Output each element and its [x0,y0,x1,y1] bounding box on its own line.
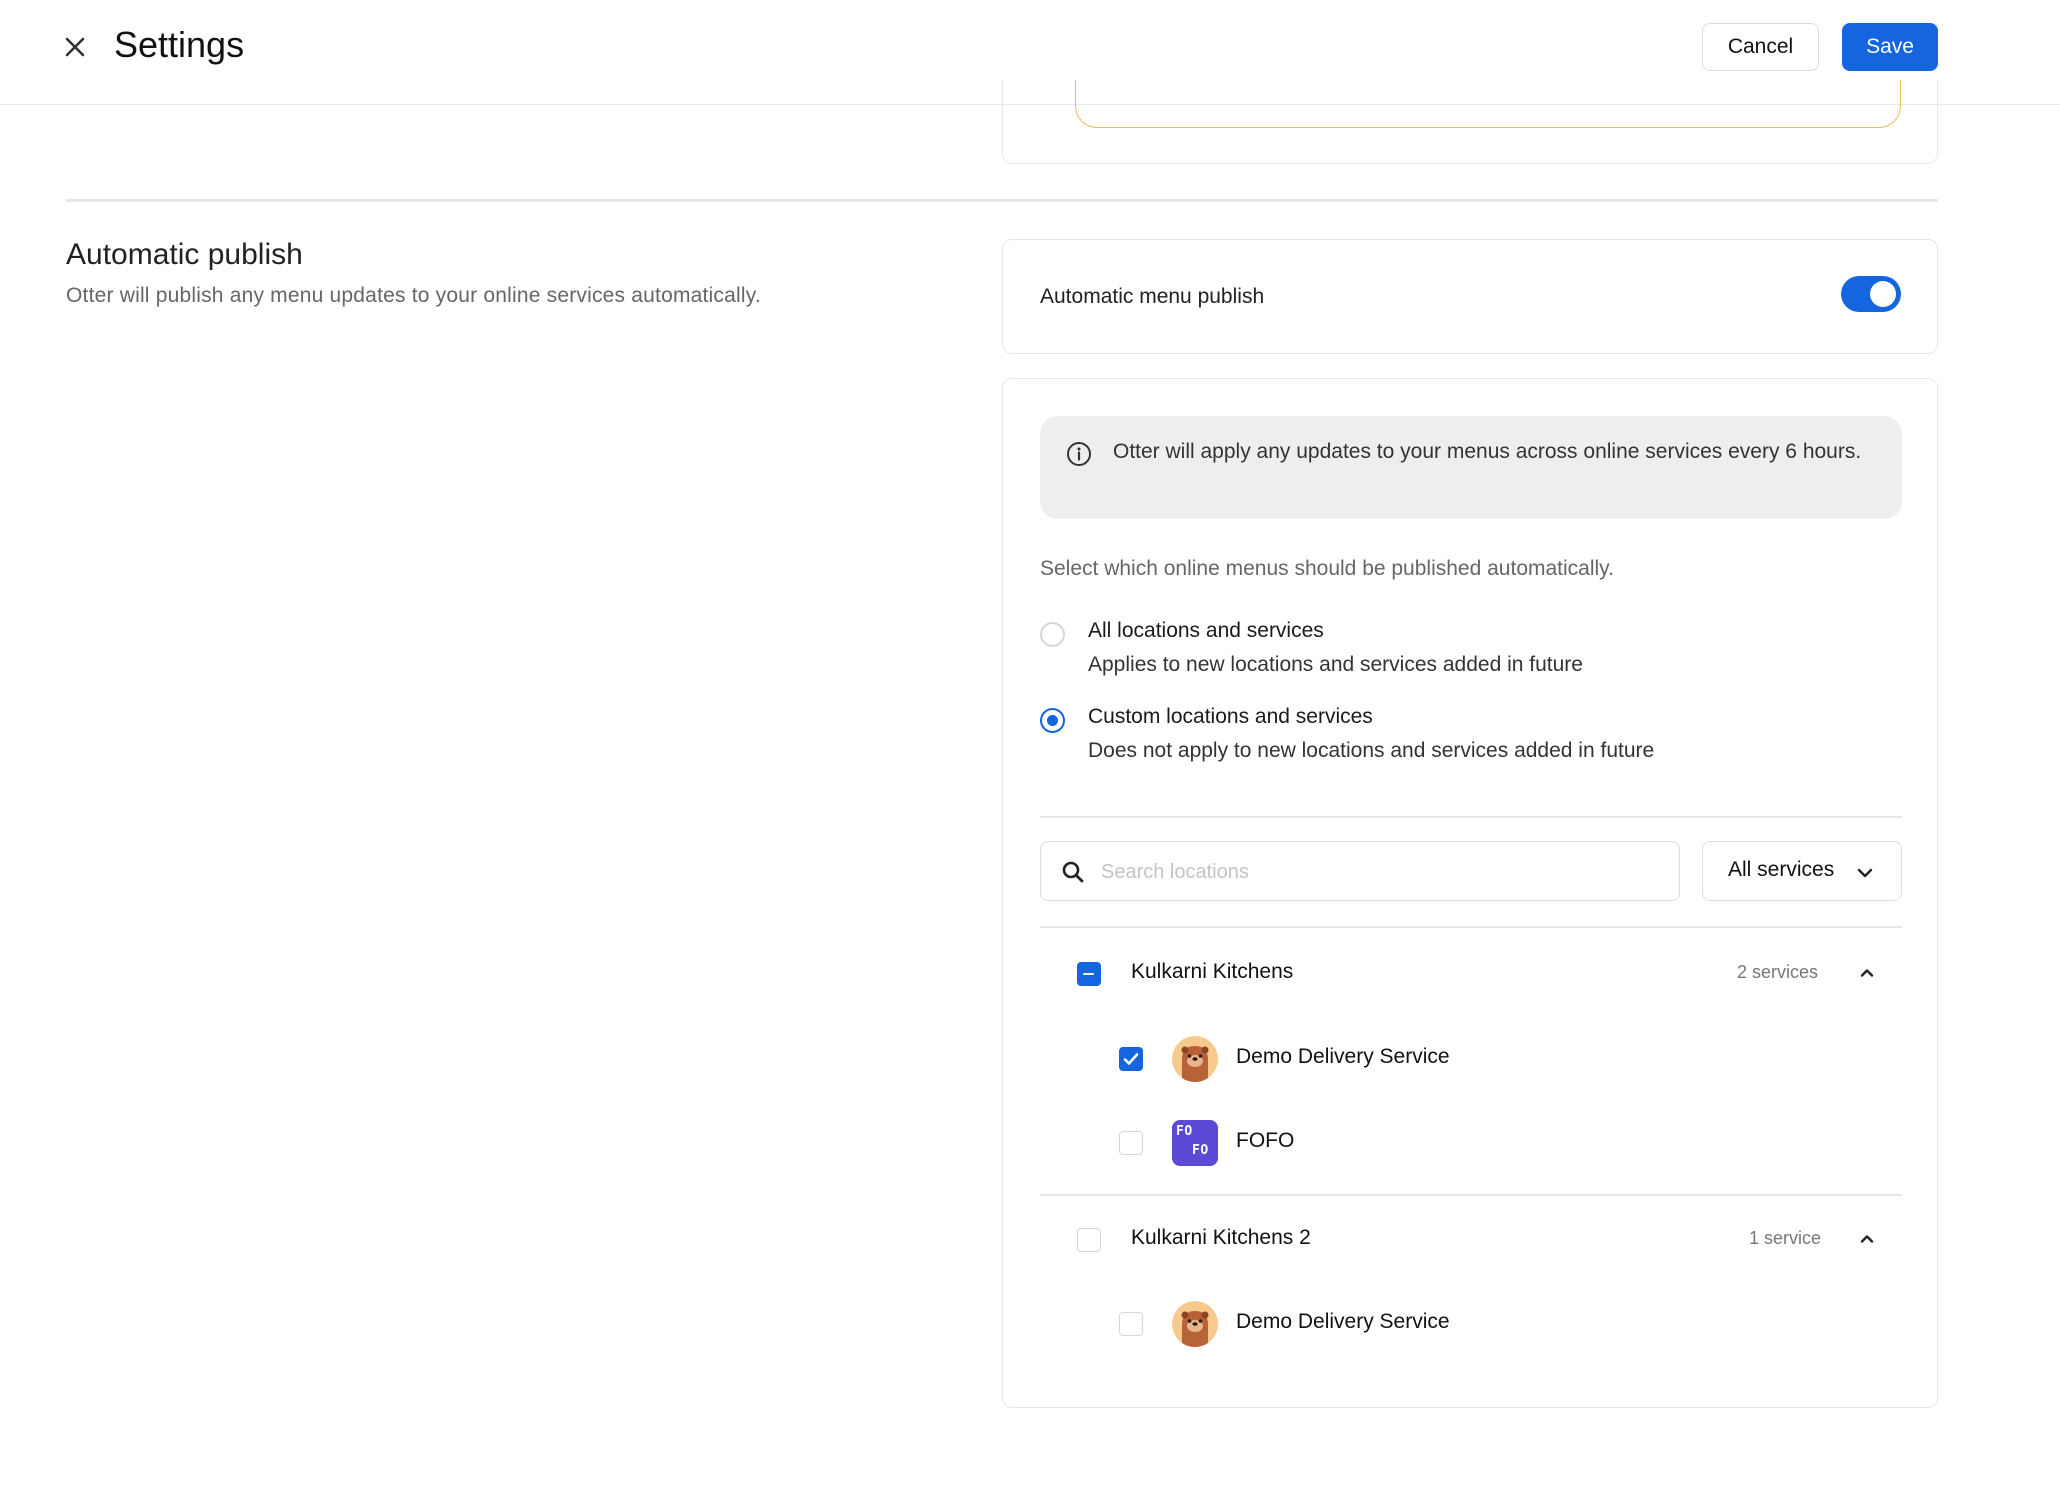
service-checkbox[interactable] [1119,1131,1143,1155]
search-input[interactable] [1101,856,1661,888]
radio-custom-locations[interactable] [1040,708,1065,733]
location-name: Kulkarni Kitchens 2 [1131,1226,1311,1249]
group-divider [1040,926,1902,928]
option-subtitle: Does not apply to new locations and serv… [1088,739,1655,762]
option-all-locations[interactable]: All locations and services Applies to ne… [1040,619,1900,689]
location-row-kulkarni-kitchens-2[interactable]: Kulkarni Kitchens 2 1 service [1040,1209,1902,1269]
page-title: Settings [114,24,245,65]
location-row-kulkarni-kitchens[interactable]: Kulkarni Kitchens 2 services [1040,944,1902,1004]
cancel-button[interactable]: Cancel [1702,23,1819,71]
radio-all-locations[interactable] [1040,622,1065,647]
location-checkbox[interactable] [1077,1228,1101,1252]
info-text: Otter will apply any updates to your men… [1113,440,1862,463]
chevron-up-icon[interactable] [1858,964,1876,982]
section-divider [66,199,1938,202]
service-row-demo-delivery-2[interactable]: Demo Delivery Service [1040,1294,1902,1354]
option-subtitle: Applies to new locations and services ad… [1088,653,1583,676]
select-prompt: Select which online menus should be publ… [1040,557,1614,580]
location-checkbox[interactable] [1077,962,1101,986]
options-divider [1040,816,1902,818]
service-count: 2 services [1737,962,1819,982]
option-title: Custom locations and services [1088,705,1373,728]
otter-avatar-icon [1172,1036,1218,1082]
service-row-fofo[interactable]: FO FO FOFO [1040,1113,1902,1173]
service-checkbox[interactable] [1119,1047,1143,1071]
service-checkbox[interactable] [1119,1312,1143,1336]
search-box[interactable] [1040,841,1680,901]
services-filter-dropdown[interactable]: All services [1702,841,1902,901]
service-name: Demo Delivery Service [1236,1045,1450,1068]
toggle-knob [1870,281,1896,307]
option-title: All locations and services [1088,619,1324,642]
save-button[interactable]: Save [1842,23,1938,71]
automatic-publish-toggle[interactable] [1841,276,1901,312]
service-name: FOFO [1236,1129,1295,1152]
otter-avatar-icon [1172,1301,1218,1347]
option-custom-locations[interactable]: Custom locations and services Does not a… [1040,705,1900,775]
publish-scope-card: Otter will apply any updates to your men… [1002,378,1938,1408]
service-count: 1 service [1749,1228,1822,1248]
section-description: Otter will publish any menu updates to y… [66,284,761,307]
info-icon [1066,441,1092,467]
services-filter-label: All services [1728,858,1835,881]
fofo-logo-icon: FO FO [1172,1120,1218,1166]
chevron-up-icon[interactable] [1858,1230,1876,1248]
location-name: Kulkarni Kitchens [1131,960,1294,983]
info-banner: Otter will apply any updates to your men… [1040,416,1902,519]
section-title: Automatic publish [66,238,303,271]
service-row-demo-delivery[interactable]: Demo Delivery Service [1040,1029,1902,1089]
automatic-publish-card: Automatic menu publish [1002,239,1938,354]
chevron-down-icon [1856,864,1874,882]
search-icon [1061,860,1085,884]
toggle-label: Automatic menu publish [1040,285,1265,308]
group-divider [1040,1194,1902,1196]
previous-field[interactable] [1075,80,1901,128]
service-name: Demo Delivery Service [1236,1310,1450,1333]
close-icon[interactable] [58,30,92,64]
